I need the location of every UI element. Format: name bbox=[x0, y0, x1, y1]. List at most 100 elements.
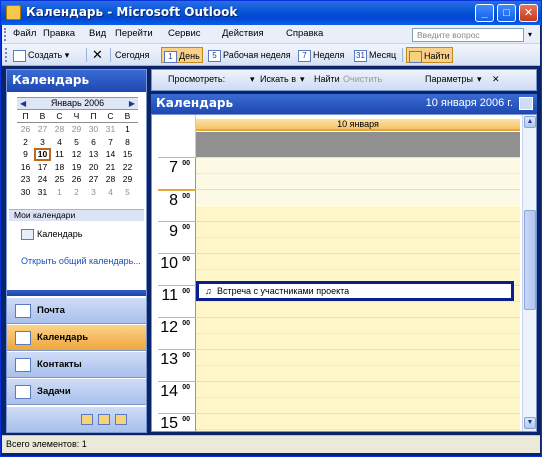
time-slot[interactable] bbox=[196, 301, 520, 317]
time-slot[interactable] bbox=[196, 381, 520, 397]
menu-actions[interactable]: Действия bbox=[222, 28, 264, 39]
date-cell[interactable]: 5 bbox=[68, 136, 85, 149]
date-cell[interactable]: 15 bbox=[119, 148, 136, 161]
scroll-up-icon[interactable]: ▲ bbox=[524, 116, 536, 128]
date-cell[interactable]: 23 bbox=[17, 173, 34, 186]
calendar-icon[interactable] bbox=[519, 97, 533, 110]
shortcuts-icon[interactable] bbox=[115, 414, 127, 425]
menu-file[interactable]: Файл bbox=[13, 28, 36, 39]
month-view-button[interactable]: 31 Месяц bbox=[354, 47, 396, 63]
nav-pane-splitter[interactable] bbox=[7, 290, 146, 296]
date-cell[interactable]: 26 bbox=[68, 173, 85, 186]
time-slot[interactable] bbox=[196, 205, 520, 221]
date-cell[interactable]: 21 bbox=[102, 161, 119, 174]
date-cell[interactable]: 11 bbox=[51, 148, 68, 161]
menu-go[interactable]: Перейти bbox=[115, 28, 153, 39]
date-cell[interactable]: 29 bbox=[119, 173, 136, 186]
time-slot[interactable] bbox=[196, 429, 520, 431]
date-cell[interactable]: 31 bbox=[34, 186, 51, 199]
find-now-button[interactable]: Найти bbox=[314, 74, 340, 84]
appointment[interactable]: ♫ Встреча с участниками проекта bbox=[196, 281, 514, 301]
calendar-list-item[interactable]: Календарь bbox=[21, 228, 82, 241]
week-view-button[interactable]: 7 Неделя bbox=[298, 47, 344, 63]
delete-button[interactable]: ✕ bbox=[92, 47, 103, 63]
close-button[interactable]: ✕ bbox=[519, 4, 538, 22]
menu-tools[interactable]: Сервис bbox=[168, 28, 201, 39]
date-cell[interactable]: 20 bbox=[85, 161, 102, 174]
date-cell[interactable]: 28 bbox=[51, 123, 68, 136]
folder-list-icon[interactable] bbox=[98, 414, 110, 425]
time-slot[interactable] bbox=[196, 189, 520, 205]
date-cell[interactable]: 26 bbox=[17, 123, 34, 136]
toolbar-grip[interactable] bbox=[5, 48, 7, 62]
date-cell[interactable]: 1 bbox=[51, 186, 68, 199]
date-cell[interactable]: 16 bbox=[17, 161, 34, 174]
time-slot[interactable] bbox=[196, 157, 520, 173]
date-cell[interactable]: 2 bbox=[68, 186, 85, 199]
nav-button-contacts[interactable]: Контакты bbox=[7, 351, 146, 378]
date-cell[interactable]: 2 bbox=[17, 136, 34, 149]
menu-edit[interactable]: Правка bbox=[43, 28, 75, 39]
search-in-button[interactable]: Искать в bbox=[260, 74, 296, 84]
create-button[interactable]: Создать ▾ bbox=[13, 47, 69, 63]
ask-question-input[interactable]: Введите вопрос bbox=[412, 28, 524, 42]
date-cell[interactable]: 22 bbox=[119, 161, 136, 174]
date-cell[interactable]: 27 bbox=[34, 123, 51, 136]
prev-month-icon[interactable]: ◀ bbox=[20, 98, 26, 109]
date-cell[interactable]: 30 bbox=[17, 186, 34, 199]
date-cell[interactable]: 8 bbox=[119, 136, 136, 149]
date-cell[interactable]: 18 bbox=[51, 161, 68, 174]
time-slot[interactable] bbox=[196, 413, 520, 429]
search-in-dropdown-icon[interactable]: ▾ bbox=[300, 74, 305, 85]
title-bar[interactable]: Календарь - Microsoft Outlook _ □ ✕ bbox=[1, 1, 541, 25]
date-cell[interactable]: 30 bbox=[85, 123, 102, 136]
scrollbar-thumb[interactable] bbox=[524, 210, 536, 310]
all-day-events-area[interactable] bbox=[196, 132, 520, 157]
day-column-header[interactable]: 10 января bbox=[196, 119, 520, 131]
date-cell[interactable]: 31 bbox=[102, 123, 119, 136]
my-calendars-header[interactable]: Мои календари bbox=[9, 209, 144, 221]
open-shared-calendar-link[interactable]: Открыть общий календарь... bbox=[21, 256, 141, 266]
date-cell[interactable]: 6 bbox=[85, 136, 102, 149]
date-cell[interactable]: 17 bbox=[34, 161, 51, 174]
time-slot[interactable] bbox=[196, 365, 520, 381]
maximize-button[interactable]: □ bbox=[497, 4, 516, 22]
date-cell[interactable]: 28 bbox=[102, 173, 119, 186]
scroll-down-icon[interactable]: ▼ bbox=[524, 417, 536, 429]
ask-dropdown-arrow-icon[interactable]: ▾ bbox=[528, 30, 532, 39]
outlook-app-icon[interactable] bbox=[6, 5, 21, 20]
time-slot[interactable] bbox=[196, 397, 520, 413]
date-cell[interactable]: 25 bbox=[51, 173, 68, 186]
menu-view[interactable]: Вид bbox=[89, 28, 106, 39]
view-dropdown-icon[interactable]: ▾ bbox=[250, 74, 255, 85]
today-button[interactable]: Сегодня bbox=[115, 47, 150, 63]
time-slot[interactable] bbox=[196, 173, 520, 189]
time-slot[interactable] bbox=[196, 317, 520, 333]
nav-button-mail[interactable]: Почта bbox=[7, 297, 146, 324]
time-slot[interactable] bbox=[196, 253, 520, 269]
menu-help[interactable]: Справка bbox=[286, 28, 323, 39]
nav-button-tasks[interactable]: Задачи bbox=[7, 378, 146, 405]
date-cell[interactable]: 12 bbox=[68, 148, 85, 161]
menu-grip[interactable] bbox=[4, 28, 7, 41]
date-cell[interactable]: 4 bbox=[51, 136, 68, 149]
next-month-icon[interactable]: ▶ bbox=[129, 98, 135, 109]
work-week-button[interactable]: 5 Рабочая неделя bbox=[208, 47, 291, 63]
date-cell[interactable]: 19 bbox=[68, 161, 85, 174]
nav-button-calendar[interactable]: Календарь bbox=[7, 324, 146, 351]
close-search-icon[interactable]: ✕ bbox=[492, 74, 500, 85]
date-cell[interactable]: 3 bbox=[34, 136, 51, 149]
find-button[interactable]: Найти bbox=[406, 47, 453, 63]
date-cell[interactable]: 9 bbox=[17, 148, 34, 161]
minimize-button[interactable]: _ bbox=[475, 4, 494, 22]
date-cell[interactable]: 7 bbox=[102, 136, 119, 149]
notes-icon[interactable] bbox=[81, 414, 93, 425]
date-cell[interactable]: 1 bbox=[119, 123, 136, 136]
options-button[interactable]: Параметры bbox=[425, 74, 473, 84]
configure-buttons-icon[interactable] bbox=[131, 414, 139, 425]
vertical-scrollbar[interactable]: ▲ ▼ bbox=[522, 115, 536, 431]
create-dropdown-icon[interactable]: ▾ bbox=[65, 50, 70, 60]
clear-button[interactable]: Очистить bbox=[343, 74, 382, 84]
options-dropdown-icon[interactable]: ▾ bbox=[477, 74, 482, 85]
date-cell[interactable]: 24 bbox=[34, 173, 51, 186]
